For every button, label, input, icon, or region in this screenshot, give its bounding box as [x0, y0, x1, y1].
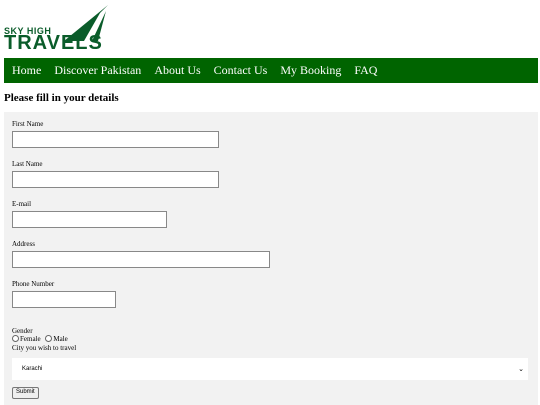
nav-item-about-us[interactable]: About Us — [154, 63, 200, 78]
main-nav: Home Discover Pakistan About Us Contact … — [4, 58, 538, 83]
submit-button[interactable]: Submit — [12, 387, 39, 399]
address-input[interactable] — [12, 251, 270, 268]
first-name-input[interactable] — [12, 131, 219, 148]
nav-item-discover-pakistan[interactable]: Discover Pakistan — [54, 63, 141, 78]
city-label: City you wish to travel — [12, 344, 77, 352]
gender-male-label: Male — [53, 335, 68, 343]
logo-big-text: TRAVELS — [4, 32, 103, 54]
phone-input[interactable] — [12, 291, 116, 308]
chevron-down-icon: ⌄ — [518, 366, 524, 373]
email-input[interactable] — [12, 211, 167, 228]
nav-item-home[interactable]: Home — [12, 63, 41, 78]
city-select[interactable]: Karachi ⌄ — [12, 358, 528, 380]
last-name-label: Last Name — [12, 160, 43, 168]
nav-item-contact-us[interactable]: Contact Us — [214, 63, 268, 78]
site-logo[interactable]: SKY HIGH TRAVELS — [4, 3, 114, 54]
first-name-label: First Name — [12, 120, 44, 128]
address-label: Address — [12, 240, 35, 248]
form-title: Please fill in your details — [4, 92, 119, 104]
details-form: First Name Last Name E-mail Address Phon… — [4, 112, 538, 405]
gender-group: Gender Female Male — [12, 327, 68, 343]
city-selected-value: Karachi — [22, 366, 43, 372]
gender-female-radio[interactable] — [12, 335, 19, 342]
gender-label: Gender — [12, 327, 33, 335]
nav-item-faq[interactable]: FAQ — [354, 63, 377, 78]
email-label: E-mail — [12, 200, 32, 208]
last-name-input[interactable] — [12, 171, 219, 188]
phone-label: Phone Number — [12, 280, 55, 288]
nav-item-my-booking[interactable]: My Booking — [280, 63, 341, 78]
gender-female-label: Female — [20, 335, 41, 343]
gender-male-radio[interactable] — [45, 335, 53, 342]
